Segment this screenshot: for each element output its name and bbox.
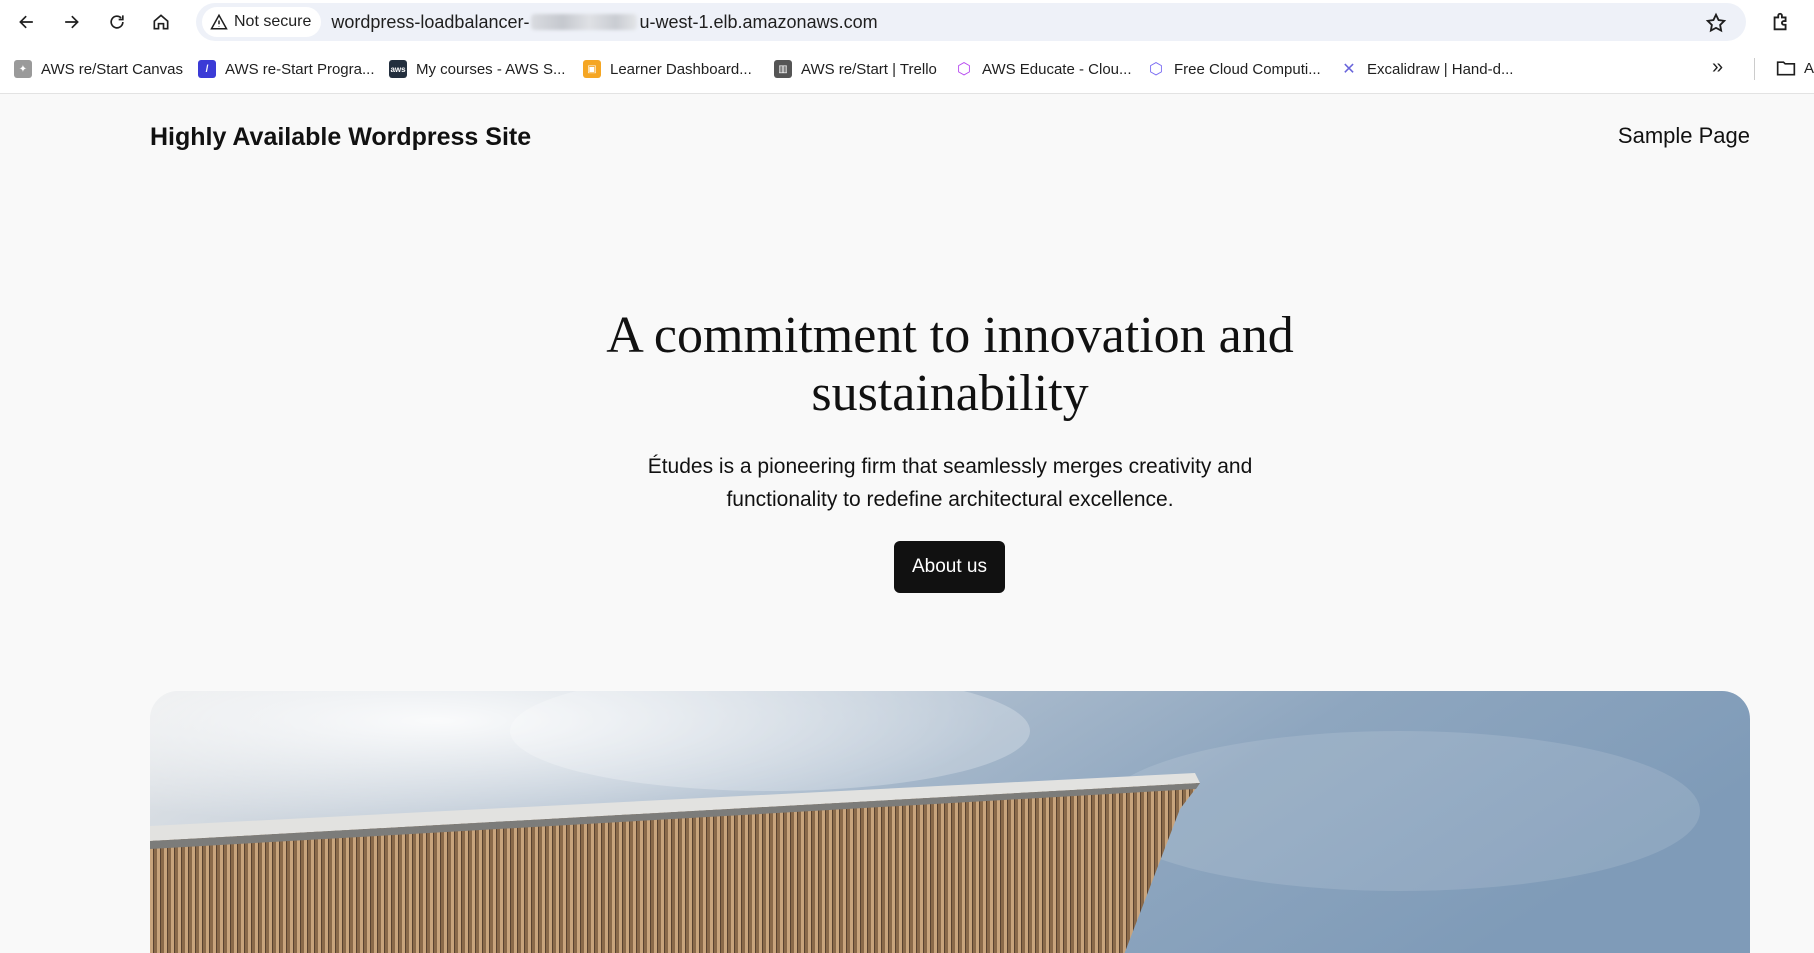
star-icon (1705, 12, 1727, 33)
nav-link-sample-page[interactable]: Sample Page (1618, 123, 1750, 149)
bookmark-folder-label: A (1804, 59, 1814, 77)
hero-description: Études is a pioneering firm that seamles… (647, 455, 1253, 511)
web-page: Highly Available Wordpress Site Sample P… (0, 95, 1814, 953)
warning-icon (210, 13, 228, 30)
cube-favicon-icon: ⬡ (957, 61, 971, 78)
trello-favicon-icon: ▥ (774, 60, 792, 78)
bookmark-label: Free Cloud Computi... (1174, 60, 1321, 78)
home-icon (153, 14, 169, 30)
hero-building-image (150, 691, 1750, 953)
bookmark-label: AWS re/Start | Trello (801, 60, 937, 78)
folder-icon (1776, 61, 1796, 76)
bookmarks-overflow-chevron-icon[interactable]: » (1712, 56, 1723, 79)
bookmark-label: Excalidraw | Hand-d... (1367, 60, 1514, 78)
bookmark-item[interactable]: / AWS re-Start Progra... (198, 57, 374, 81)
bookmark-label: My courses - AWS S... (416, 60, 566, 78)
puzzle-icon (1773, 12, 1787, 31)
bookmark-item[interactable]: ✦ AWS re/Start Canvas (14, 57, 183, 81)
reload-icon (110, 15, 124, 29)
bookmark-label: AWS Educate - Clou... (982, 60, 1132, 78)
about-us-button[interactable]: About us (894, 541, 1005, 593)
bookmark-item[interactable]: aws My courses - AWS S... (389, 57, 565, 81)
hero-heading: A commitment to innovation and sustainab… (606, 307, 1294, 422)
forward-button[interactable] (54, 5, 88, 39)
url-redacted-segment (531, 14, 638, 30)
aws-favicon-icon: aws (389, 60, 407, 78)
bookmarks-bar: ✦ AWS re/Start Canvas / AWS re-Start Pro… (0, 44, 1814, 94)
security-label: Not secure (234, 13, 312, 30)
bookmark-star-button[interactable] (1700, 7, 1732, 39)
arrow-left-icon (19, 15, 33, 29)
bookmark-item[interactable]: ⬡ Free Cloud Computi... (1147, 57, 1321, 81)
bookmark-item[interactable]: ✕ Excalidraw | Hand-d... (1340, 57, 1513, 81)
url-suffix: u-west-1.elb.amazonaws.com (639, 11, 878, 32)
bookmark-label: AWS re-Start Progra... (225, 60, 375, 78)
home-button[interactable] (144, 5, 178, 39)
bookmarks-divider (1754, 58, 1755, 80)
address-bar[interactable]: Not secure wordpress-loadbalancer- u-wes… (196, 3, 1746, 41)
excalidraw-favicon-icon: ✕ (1342, 61, 1356, 78)
url-text: wordpress-loadbalancer- u-west-1.elb.ama… (331, 12, 877, 33)
bookmark-label: AWS re/Start Canvas (41, 60, 183, 78)
site-title[interactable]: Highly Available Wordpress Site (150, 123, 531, 152)
url-prefix: wordpress-loadbalancer- (331, 11, 530, 32)
bookmark-item[interactable]: ▣ Learner Dashboard... (583, 57, 752, 81)
reload-button[interactable] (100, 5, 134, 39)
bookmark-item[interactable]: ▥ AWS re/Start | Trello (774, 57, 937, 81)
extensions-button[interactable] (1764, 5, 1798, 39)
aws-restart-favicon-icon: / (198, 60, 216, 78)
bookmark-label: Learner Dashboard... (610, 60, 752, 78)
browser-toolbar: Not secure wordpress-loadbalancer- u-wes… (0, 0, 1814, 44)
security-chip[interactable]: Not secure (202, 7, 322, 37)
back-button[interactable] (10, 5, 44, 39)
canvas-favicon-icon: ✦ (14, 60, 32, 78)
bookmark-folder[interactable]: A (1776, 59, 1814, 77)
cube-favicon-icon: ⬡ (1149, 61, 1163, 78)
box-favicon-icon: ▣ (583, 60, 601, 78)
bookmark-item[interactable]: ⬡ AWS Educate - Clou... (955, 57, 1132, 81)
arrow-right-icon (65, 15, 79, 29)
